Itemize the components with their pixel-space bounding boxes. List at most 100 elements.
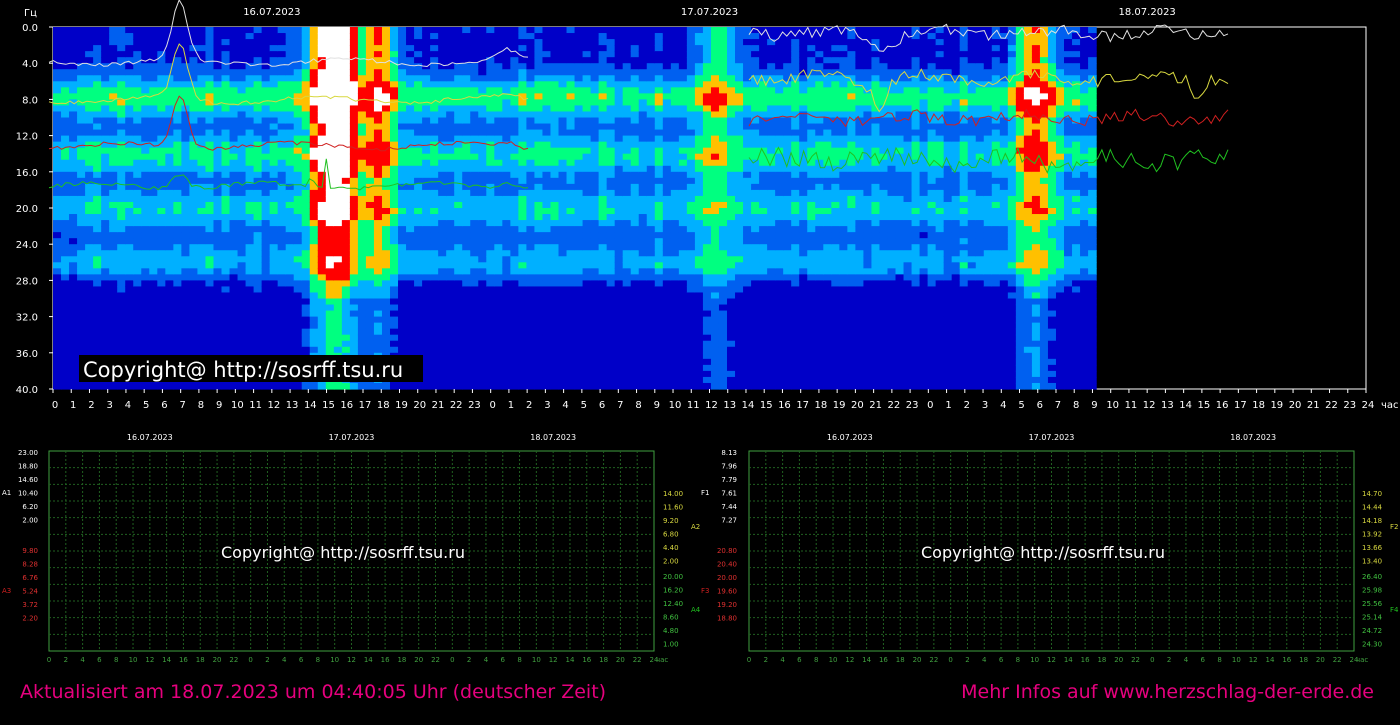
spectrogram-cell [582,256,592,263]
spectrogram-cell [301,226,311,233]
spectrogram-cell [614,256,624,263]
spectrogram-cell [582,189,592,197]
spectrogram-cell [373,382,383,390]
spectrogram-cell [341,153,351,161]
spectrogram-cell [462,244,471,251]
spectrogram-cell [117,39,126,46]
spectrogram-cell [430,165,439,173]
spectrogram-cell [582,250,592,257]
spectrogram-cell [654,352,664,360]
spectrogram-cell [702,195,712,203]
spectrogram-cell [574,298,584,306]
spectrogram-cell [582,304,592,312]
spectrogram-cell [293,147,303,155]
spectrogram-cell [390,310,399,318]
spectrogram-cell [430,232,439,239]
spectrogram-cell [261,123,271,131]
spectrogram-cell [157,201,166,209]
spectrogram-cell [293,99,303,107]
spectrogram-cell [213,316,223,324]
spectrogram-cell [341,195,351,203]
spectrogram-cell [622,292,632,300]
spectrogram-cell [710,304,720,312]
spectrogram-cell [69,310,78,318]
spectrogram-cell [654,183,664,191]
spectrogram-cell [710,201,720,209]
spectrogram-cell [590,123,600,131]
spectrogram-cell [622,310,632,318]
spectrogram-cell [406,129,415,137]
spectrogram-cell [157,226,166,233]
spectrogram-cell [566,123,576,131]
spectrogram-cell [454,75,463,82]
spectrogram-cell [390,171,399,179]
spectrogram-cell [365,135,375,143]
spectrogram-cell [157,129,166,137]
spectrogram-cell [69,87,78,94]
spectrogram-cell [582,177,592,185]
spectrogram-cell [710,340,720,348]
spectrogram-cell [702,147,712,155]
spectrogram-cell [277,220,287,227]
spectrogram-cell [534,117,544,125]
spectrogram-cell [646,93,656,100]
spectrogram-cell [502,39,511,46]
spectrogram-cell [494,87,503,94]
spectrogram-cell [494,177,503,185]
spectrogram-cell [237,27,247,34]
spectrogram-cell [598,57,608,64]
spectrogram-cell [85,105,94,113]
spectrogram-cell [77,105,86,113]
spectrogram-cell [462,201,471,209]
spectrogram-cell [558,27,568,34]
spectrogram-cell [229,220,239,227]
spectrogram-cell [438,238,447,245]
spectrogram-cell [606,51,616,58]
spectrogram-cell [189,214,199,221]
spectrogram-cell [341,165,351,173]
spectrogram-cell [205,256,215,263]
spectrogram-cell [598,141,608,149]
spectrogram-cell [486,189,495,197]
spectrogram-cell [550,292,560,300]
spectrogram-cell [414,292,423,300]
spectrogram-cell [269,238,279,245]
spectrogram-cell [309,165,319,173]
spectrogram-cell [662,226,672,233]
spectrogram-cell [582,87,592,94]
spectrogram-cell [510,292,519,300]
spectrogram-cell [566,232,576,239]
spectrogram-cell [694,328,704,336]
spectrogram-cell [654,105,664,113]
spectrogram-cell [694,358,704,366]
spectrogram-cell [534,93,544,100]
spectrogram-cell [422,183,431,191]
spectrogram-cell [333,165,343,173]
spectrogram-cell [109,201,118,209]
spectrogram-cell [630,328,640,336]
spectrogram-cell [189,147,199,155]
spectrogram-cell [93,45,102,52]
spectrogram-cell [53,286,62,294]
spectrogram-cell [213,274,223,281]
spectrogram-cell [301,316,311,324]
spectrogram-cell [341,268,351,275]
spectrogram-cell [333,33,343,40]
spectrogram-cell [686,274,696,281]
spectrogram-cell [390,226,399,233]
spectrogram-cell [622,141,632,149]
spectrogram-cell [542,87,552,94]
spectrogram-cell [245,195,255,203]
spectrogram-cell [317,111,327,119]
spectrogram-cell [69,220,78,227]
spectrogram-cell [566,328,576,336]
spectrogram-cell [341,292,351,300]
spectrogram-cell [686,117,696,125]
spectrogram-cell [494,165,503,173]
spectrogram-cell [293,226,303,233]
spectrogram-cell [598,165,608,173]
spectrogram-cell [710,51,720,58]
spectrogram-cell [317,87,327,94]
spectrogram-cell [349,310,359,318]
spectrogram-cell [462,232,471,239]
